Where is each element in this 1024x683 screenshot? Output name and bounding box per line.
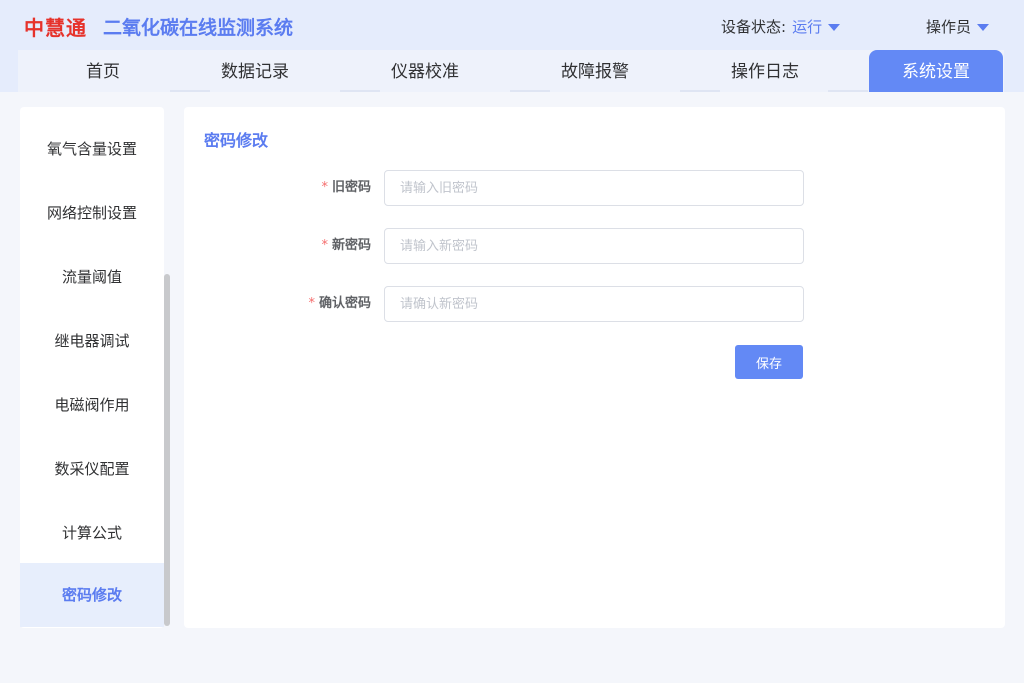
sidebar-item-password[interactable]: 密码修改 [20, 563, 164, 627]
device-status[interactable]: 设备状态: 运行 [721, 16, 841, 37]
user-name[interactable]: 操作员 [926, 16, 971, 37]
sidebar-item-flow-threshold[interactable]: 流量阈值 [20, 245, 164, 309]
page-title: 密码修改 [204, 131, 269, 150]
caret-down-icon[interactable] [977, 24, 990, 31]
tab-divider [680, 90, 720, 92]
device-status-value[interactable]: 运行 [792, 16, 822, 37]
sidebar: 氧气含量设置 网络控制设置 流量阈值 继电器调试 电磁阀作用 数采仪配置 计算公… [20, 107, 164, 628]
confirm-password-row: * 确认密码 [184, 286, 1005, 322]
tab-calibration[interactable]: 仪器校准 [340, 50, 510, 92]
sidebar-item-formula[interactable]: 计算公式 [20, 501, 164, 565]
old-password-label: * 旧密码 [321, 170, 371, 206]
required-mark: * [308, 296, 315, 311]
confirm-password-label: * 确认密码 [308, 286, 371, 322]
sidebar-item-solenoid[interactable]: 电磁阀作用 [20, 373, 164, 437]
sidebar-item-relay[interactable]: 继电器调试 [20, 309, 164, 373]
new-password-row: * 新密码 [184, 228, 1005, 264]
tab-divider [340, 90, 380, 92]
new-password-label-text: 新密码 [331, 238, 371, 253]
tab-divider [828, 90, 868, 92]
sidebar-item-oxygen[interactable]: 氧气含量设置 [20, 117, 164, 181]
main-panel: 密码修改 * 旧密码 * 新密码 * 确认密码 保存 [184, 107, 1005, 628]
caret-down-icon[interactable] [828, 24, 841, 31]
required-mark: * [321, 238, 328, 253]
system-title: 二氧化碳在线监测系统 [103, 17, 294, 39]
sidebar-scrollbar[interactable] [164, 274, 170, 626]
confirm-password-label-text: 确认密码 [318, 296, 371, 311]
required-mark: * [321, 180, 328, 195]
tab-alarms[interactable]: 故障报警 [510, 50, 680, 92]
confirm-password-input[interactable] [384, 286, 804, 322]
tab-logs[interactable]: 操作日志 [680, 50, 850, 92]
new-password-label: * 新密码 [321, 228, 371, 264]
tab-system-settings[interactable]: 系统设置 [869, 50, 1003, 92]
device-status-label: 设备状态: [721, 18, 787, 36]
old-password-row: * 旧密码 [184, 170, 1005, 206]
new-password-input[interactable] [384, 228, 804, 264]
save-button[interactable]: 保存 [735, 345, 803, 379]
tab-divider [170, 90, 210, 92]
tab-divider [510, 90, 550, 92]
top-nav: 首页 数据记录 仪器校准 故障报警 操作日志 系统设置 [18, 50, 1004, 92]
sidebar-item-data-acquisition[interactable]: 数采仪配置 [20, 437, 164, 501]
tab-home[interactable]: 首页 [18, 50, 188, 92]
brand-logo: 中慧通 [24, 16, 87, 40]
tab-data-records[interactable]: 数据记录 [170, 50, 340, 92]
old-password-input[interactable] [384, 170, 804, 206]
old-password-label-text: 旧密码 [331, 180, 371, 195]
sidebar-item-network[interactable]: 网络控制设置 [20, 181, 164, 245]
user-menu[interactable]: 操作员 [926, 16, 990, 37]
header: 中慧通 二氧化碳在线监测系统 设备状态: 运行 操作员 首页 数据记录 仪器校准… [0, 0, 1024, 92]
